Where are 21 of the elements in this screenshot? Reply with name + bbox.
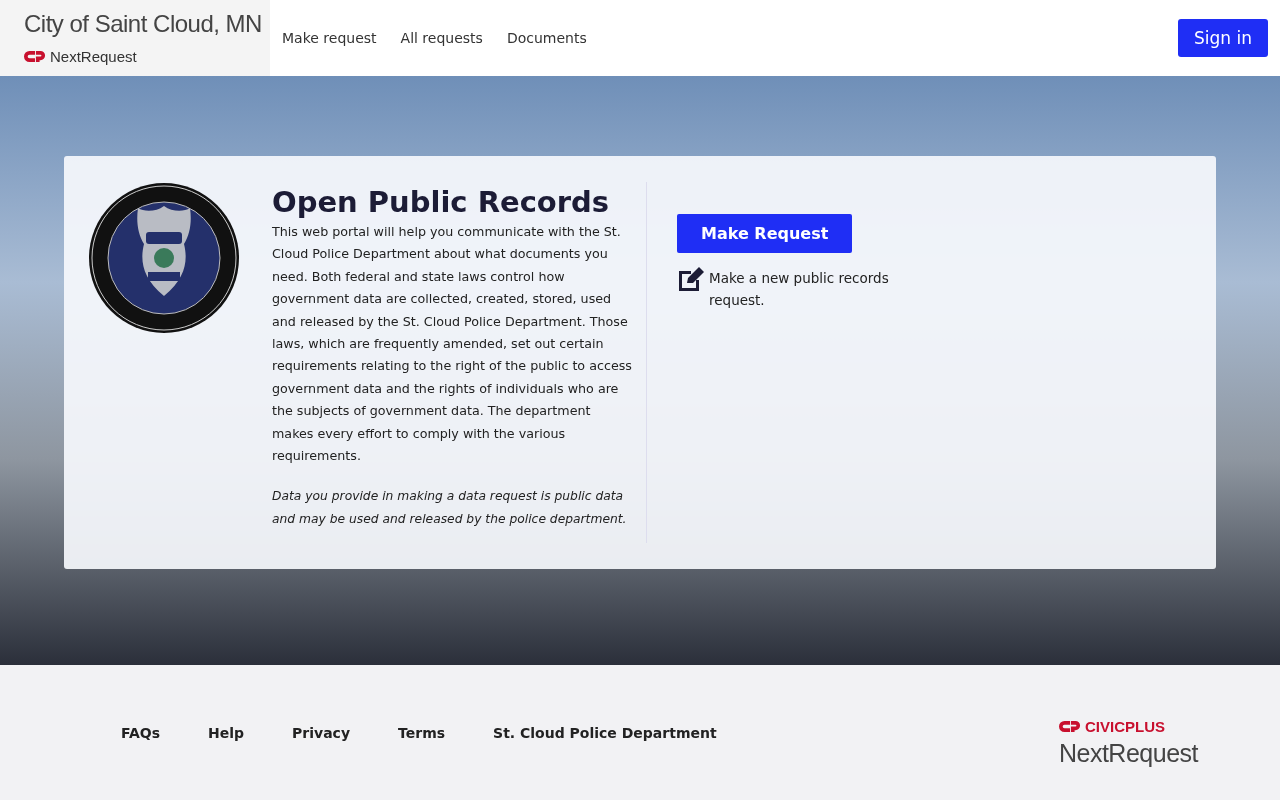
footer-link[interactable]: Terms [398,724,446,741]
footer-link[interactable]: Help [208,724,245,741]
logo-icon [1058,719,1081,733]
nav-link[interactable]: Make request [282,30,377,46]
sign-in-button[interactable]: Sign in [1178,19,1268,57]
nav-link[interactable]: Documents [506,30,587,46]
nav-link[interactable]: All requests [400,30,483,46]
edit-icon [677,267,705,291]
page-title: Open Public Records [272,185,611,219]
make-request-hint: Make a new public records request. [709,269,890,310]
city-name: City of Saint Cloud, MN [24,10,263,38]
logo-icon [24,50,46,63]
company-name: CIVICPLUS [1084,717,1165,735]
make-request-button[interactable]: Make Request [677,214,853,253]
privacy-note: Data you provide in making a data request is public data and may be used and released by the police department. [272,488,628,528]
product-name: NextRequest [1058,738,1198,768]
footer-link[interactable]: FAQs [121,724,161,741]
intro-paragraph: This web portal will help you communicate with the St. Cloud Police Department about what documents you need. Both federal and state laws control how government data are collected, created, stored, used and released by the St. Cloud Police Department. Those laws, which are frequently amended, set out certain requirements relating to the right of the public to access government data and the rights of individuals who are the subjects of government data. The department makes every effort to comply with the various requirements. [272,223,632,466]
brand-name: NextRequest [50,48,137,65]
footer-link[interactable]: Privacy [292,724,351,741]
footer-link[interactable]: St. Cloud Police Department [493,724,717,741]
